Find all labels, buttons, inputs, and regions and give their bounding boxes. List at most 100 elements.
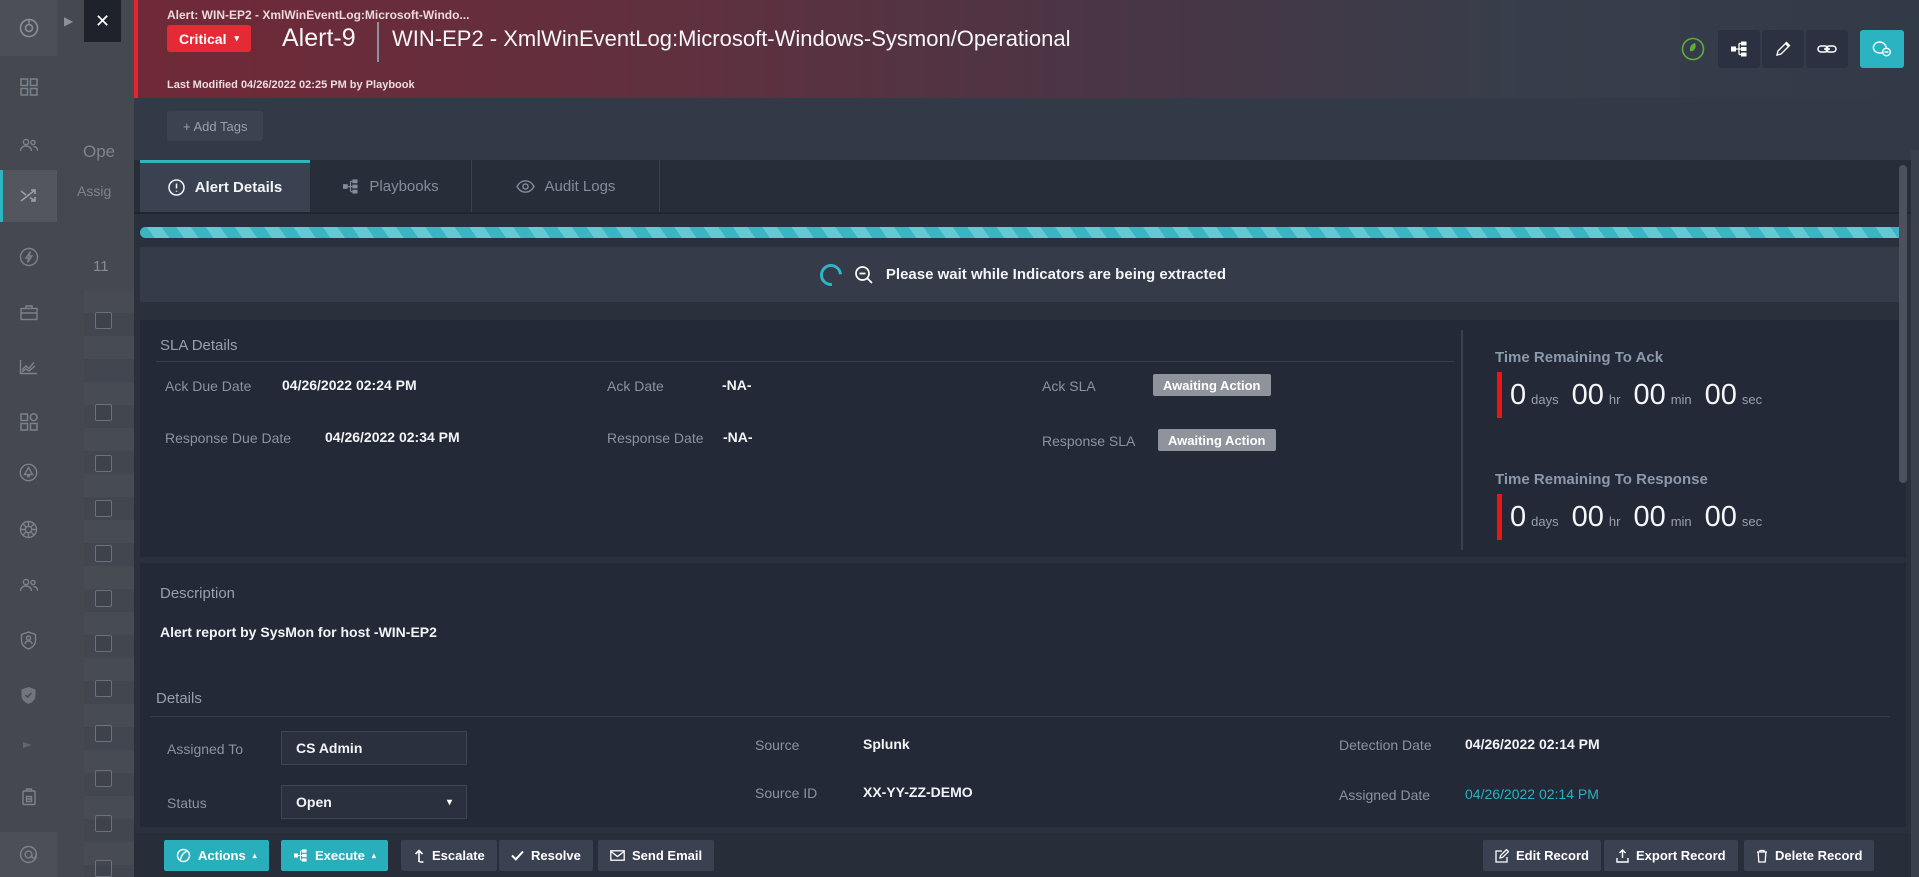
export-icon: [1616, 849, 1629, 863]
assigned-to-input[interactable]: [281, 731, 467, 765]
response-sla-status-badge: Awaiting Action: [1158, 429, 1276, 451]
delete-record-button[interactable]: Delete Record: [1744, 840, 1874, 871]
tab-playbooks[interactable]: Playbooks: [310, 160, 472, 212]
ack-date-label: Ack Date: [607, 378, 664, 394]
app-root: ▶ Ope Assig 11: [0, 0, 1919, 877]
sidebar-item-dashboard[interactable]: [0, 67, 57, 107]
run-playbooks-button[interactable]: [1718, 30, 1760, 68]
status-dropdown[interactable]: Open ▾: [281, 785, 467, 819]
sidebar-item-settings-wheel[interactable]: [0, 509, 57, 549]
background-row-checkbox: [95, 500, 112, 517]
sidebar-item-automation[interactable]: [0, 237, 57, 277]
edit-record-button[interactable]: Edit Record: [1483, 840, 1601, 871]
sidebar-item-widgets[interactable]: [0, 402, 57, 442]
tab-label: Playbooks: [369, 178, 438, 195]
source-id-label: Source ID: [755, 785, 817, 801]
severity-badge[interactable]: Critical ▾: [167, 25, 251, 52]
export-record-button[interactable]: Export Record: [1604, 840, 1738, 871]
spinner-icon: [815, 259, 846, 290]
product-logo-icon[interactable]: [0, 0, 57, 56]
detection-date-label: Detection Date: [1339, 737, 1432, 753]
add-tags-button[interactable]: + Add Tags: [167, 111, 263, 141]
resolve-button[interactable]: Resolve: [499, 840, 593, 871]
close-icon: ✕: [95, 11, 110, 32]
zoom-out-icon: [854, 265, 874, 285]
background-row-checkbox: [95, 545, 112, 562]
timer-sec: 00: [1705, 379, 1737, 412]
timer-hr-unit: hr: [1609, 514, 1621, 529]
description-text: Alert report by SysMon for host -WIN-EP2: [160, 624, 437, 640]
resolve-label: Resolve: [531, 848, 581, 863]
source-label: Source: [755, 737, 799, 753]
timer-min-unit: min: [1671, 392, 1692, 407]
sitemap-icon: [342, 179, 359, 194]
sidebar-item-queues[interactable]: [0, 125, 57, 165]
sidebar-item-cases[interactable]: [0, 292, 57, 332]
modal-scrollbar-thumb[interactable]: [1899, 165, 1907, 483]
page-scrollbar-gutter: [1911, 150, 1919, 877]
sidebar-item-admin-shield[interactable]: [0, 620, 57, 660]
export-record-label: Export Record: [1636, 848, 1726, 863]
response-sla-label: Response SLA: [1042, 433, 1135, 449]
send-email-button[interactable]: Send Email: [598, 840, 714, 871]
title-divider: [377, 22, 379, 62]
sidebar-item-recycle-bin[interactable]: [0, 777, 57, 817]
alert-circle-icon: [168, 179, 185, 196]
sidebar-item-security-shield[interactable]: [0, 675, 57, 715]
time-remaining-response-counter: 0days 00hr 00min 00sec: [1497, 494, 1770, 540]
background-heading: Ope: [83, 142, 134, 162]
execute-button[interactable]: Execute ▴: [281, 840, 388, 871]
delete-record-label: Delete Record: [1775, 848, 1862, 863]
sidebar-item-routing-active[interactable]: [0, 170, 57, 222]
last-modified-text: Last Modified 04/26/2022 02:25 PM by Pla…: [167, 79, 415, 91]
source-id-value: XX-YY-ZZ-DEMO: [863, 784, 973, 800]
sidebar-item-alert-hub[interactable]: [0, 452, 57, 492]
timer-sec: 00: [1705, 501, 1737, 534]
copy-link-button[interactable]: [1806, 30, 1848, 68]
description-title: Description: [160, 585, 235, 602]
status-value: Open: [296, 794, 332, 810]
escalate-button[interactable]: Escalate: [401, 840, 497, 871]
chevron-down-icon: ▾: [447, 797, 452, 808]
background-list-rows: [84, 290, 134, 877]
close-modal-button[interactable]: ✕: [84, 0, 121, 42]
timer-hr-unit: hr: [1609, 392, 1621, 407]
escalate-label: Escalate: [432, 848, 485, 863]
actions-label: Actions: [198, 848, 246, 863]
envelope-icon: [610, 850, 625, 861]
timer-sec-unit: sec: [1742, 392, 1762, 407]
playbook-progress-bar: [140, 227, 1906, 238]
tab-audit-logs[interactable]: Audit Logs: [472, 160, 660, 212]
sidebar-item-teams[interactable]: [0, 565, 57, 605]
record-approval-icon[interactable]: [1680, 36, 1706, 62]
add-tags-label: + Add Tags: [183, 119, 247, 134]
sidebar-item-mentions[interactable]: [0, 832, 57, 877]
tab-alert-details[interactable]: Alert Details: [140, 160, 310, 212]
time-remaining-ack-counter: 0days 00hr 00min 00sec: [1497, 372, 1770, 418]
trash-icon: [1756, 849, 1768, 863]
breadcrumb: Alert: WIN-EP2 - XmlWinEventLog:Microsof…: [167, 8, 469, 22]
ack-due-date-value: 04/26/2022 02:24 PM: [282, 377, 417, 393]
tab-label: Alert Details: [195, 179, 283, 196]
timer-min-unit: min: [1671, 514, 1692, 529]
section-divider: [156, 361, 1454, 362]
actions-button[interactable]: Actions ▴: [164, 840, 269, 871]
sidebar-item-reports[interactable]: [0, 347, 57, 387]
comments-button[interactable]: [1860, 30, 1904, 68]
timer-hr: 00: [1572, 379, 1604, 412]
background-row-checkbox: [95, 770, 112, 787]
timer-days-unit: days: [1531, 392, 1558, 407]
assigned-date-label: Assigned Date: [1339, 787, 1430, 803]
background-row-checkbox: [95, 860, 112, 877]
sidebar-item-flag[interactable]: [0, 727, 57, 767]
background-row-checkbox: [95, 725, 112, 742]
loading-message: Please wait while Indicators are being e…: [886, 266, 1226, 283]
section-divider: [150, 716, 1890, 717]
background-row-checkbox: [95, 590, 112, 607]
assigned-date-link[interactable]: 04/26/2022 02:14 PM: [1465, 786, 1599, 802]
edit-record-label: Edit Record: [1516, 848, 1589, 863]
sla-breach-bar: [1497, 494, 1502, 540]
collapse-panel-arrow[interactable]: ▶: [64, 14, 80, 30]
edit-record-header-button[interactable]: [1762, 30, 1804, 68]
status-label: Status: [167, 795, 207, 811]
